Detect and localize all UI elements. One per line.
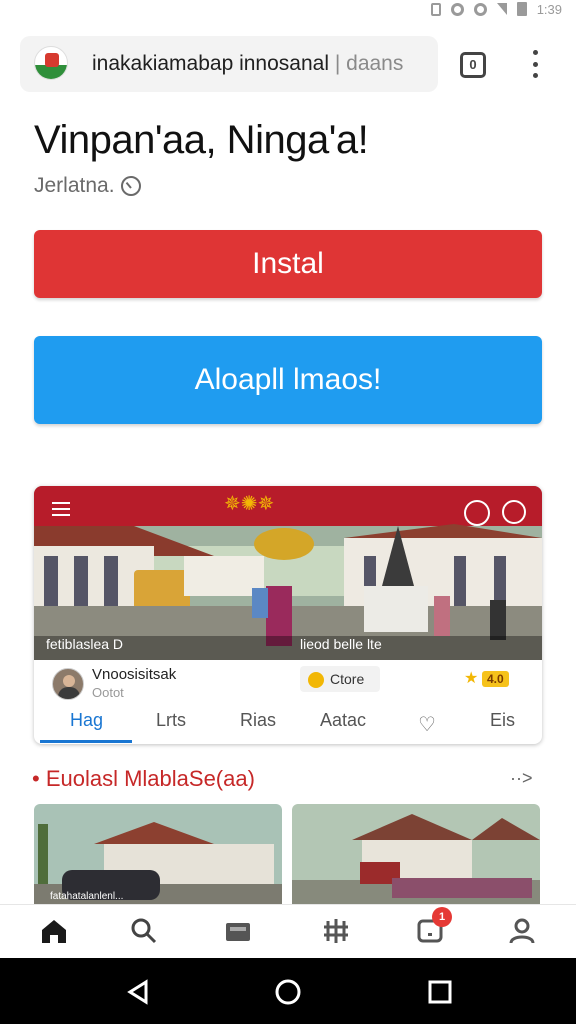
page-title: Vinpan'aa, Ninga'a! — [34, 118, 369, 162]
hero-share-icon[interactable] — [464, 500, 490, 526]
tab-lrts[interactable]: Lrts — [156, 710, 186, 731]
home-icon[interactable] — [38, 915, 70, 947]
back-icon[interactable] — [124, 978, 152, 1011]
wifi-icon — [473, 2, 487, 16]
system-navigation-bar — [0, 958, 576, 1024]
clock-icon — [120, 176, 141, 196]
sim-icon — [430, 2, 441, 16]
install-button[interactable]: Instal — [34, 230, 542, 298]
page-content: Vinpan'aa, Ninga'a! Jerlatna. Instal Alo… — [8, 102, 568, 904]
url-muted: | daans — [334, 52, 404, 75]
subtitle-text: Jerlatna. — [34, 174, 115, 197]
thumbnail-caption: fatahatalanlenl... — [50, 891, 124, 902]
app-meta: Ootot — [92, 685, 124, 700]
profile-icon[interactable] — [506, 915, 538, 947]
tab-aatac[interactable]: Aatac — [320, 710, 366, 731]
browser-toolbar: inakakiamabap innosanal | daans 0 — [8, 22, 568, 102]
search-icon[interactable] — [128, 915, 160, 947]
app-preview-card[interactable]: ✵✺✵ fetiblaslea D lieod belle lte Vnoosi… — [34, 486, 542, 744]
more-vert-icon[interactable] — [528, 50, 542, 78]
signal-icon — [496, 3, 507, 15]
store-button[interactable]: Ctore — [300, 666, 380, 692]
url-bar[interactable]: inakakiamabap innosanal | daans — [20, 36, 438, 92]
tab-rias[interactable]: Rias — [240, 710, 276, 731]
favorite-icon[interactable]: ♡ — [418, 712, 436, 737]
url-text[interactable]: inakakiamabap innosanal | daans — [92, 52, 403, 76]
preview-tabs: Hag Lrts Rias Aatac ♡ Eis — [34, 700, 542, 744]
active-tab-indicator — [40, 740, 132, 743]
status-time: 1:39 — [536, 1, 562, 17]
rating-badge: ★ 4.0 — [464, 668, 509, 688]
svg-text:✵✺✵: ✵✺✵ — [224, 493, 274, 515]
avatar — [52, 668, 84, 700]
hero-caption-left: fetiblaslea D — [46, 636, 124, 652]
thumbnail-card[interactable] — [292, 804, 540, 904]
recents-icon[interactable] — [426, 978, 454, 1011]
page-subtitle: Jerlatna. — [34, 174, 141, 198]
status-icons: 1:39 — [430, 0, 562, 18]
hero-menu-icon[interactable] — [52, 502, 70, 516]
notification-icon[interactable]: 1 — [414, 907, 452, 947]
tab-hag[interactable]: Hag — [70, 710, 103, 731]
app-name: Vnoosisitsak — [92, 666, 177, 683]
home-circle-icon[interactable] — [274, 978, 302, 1011]
sync-icon — [450, 2, 464, 16]
thumbnail-card[interactable]: fatahatalanlenl... — [34, 804, 282, 904]
grid-icon[interactable] — [320, 915, 352, 947]
url-main: inakakiamabap innosanal — [92, 52, 329, 75]
status-bar: 1:39 — [0, 0, 576, 18]
tab-switcher-button[interactable]: 0 — [460, 52, 486, 78]
battery-icon — [516, 2, 527, 16]
section-more-link[interactable]: ··> — [510, 768, 533, 789]
tab-eis[interactable]: Eis — [490, 710, 515, 731]
wallet-icon[interactable] — [222, 915, 254, 947]
hero-caption-right: lieod belle lte — [300, 636, 382, 652]
site-logo-icon — [34, 46, 68, 80]
star-icon: ★ — [464, 670, 479, 687]
hero-chat-icon[interactable] — [502, 500, 526, 524]
rating-value: 4.0 — [481, 671, 509, 687]
preview-hero-image: ✵✺✵ fetiblaslea D lieod belle lte — [34, 486, 542, 660]
section-title: • Euolasl MlablaSe(aa) — [32, 766, 255, 791]
bottom-navigation: 1 — [0, 904, 576, 958]
alt-action-button[interactable]: Aloapll lmaos! — [34, 336, 542, 424]
notification-badge: 1 — [432, 907, 452, 927]
